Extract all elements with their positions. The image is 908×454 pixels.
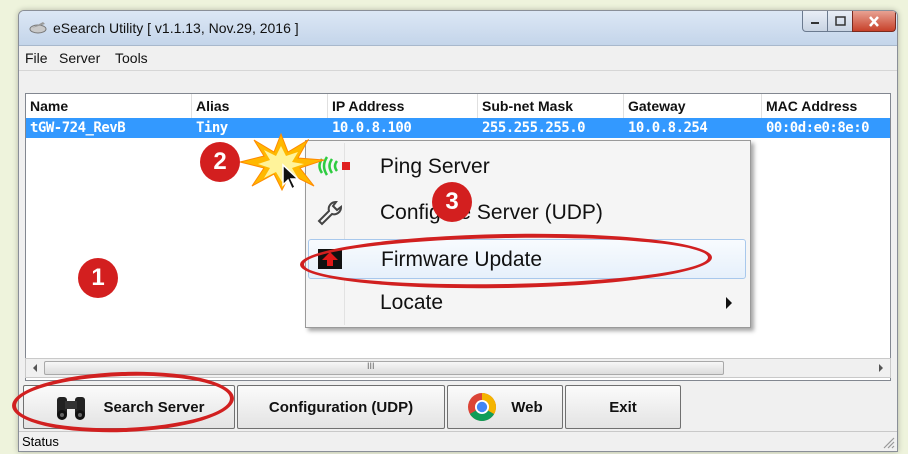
column-header-ip[interactable]: IP Address <box>328 94 478 118</box>
maximize-icon <box>834 16 846 26</box>
exit-label: Exit <box>609 398 637 416</box>
window-title: eSearch Utility [ v1.1.13, Nov.29, 2016 … <box>53 20 299 36</box>
step-badge-2: 2 <box>200 142 240 182</box>
column-header-name[interactable]: Name <box>26 94 192 118</box>
status-text: Status <box>22 434 59 449</box>
menu-item-locate[interactable]: Locate <box>308 283 746 323</box>
menu-item-label: Locate <box>380 291 444 314</box>
close-icon <box>869 15 879 27</box>
table-row[interactable]: tGW-724_RevB Tiny 10.0.8.100 255.255.255… <box>26 118 890 138</box>
menu-item-ping-server[interactable]: Ping Server <box>308 147 746 187</box>
title-bar: eSearch Utility [ v1.1.13, Nov.29, 2016 … <box>19 11 897 46</box>
cell-alias: Tiny <box>196 120 228 136</box>
resize-grip-icon[interactable] <box>881 435 895 449</box>
cell-mask: 255.255.255.0 <box>482 120 586 136</box>
mouse-cursor-icon <box>282 163 300 191</box>
column-header-mask[interactable]: Sub-net Mask <box>478 94 624 118</box>
menu-item-configure-server[interactable]: Configure Server (UDP) <box>308 193 746 233</box>
exit-button[interactable]: Exit <box>565 385 681 429</box>
column-header-gateway[interactable]: Gateway <box>624 94 762 118</box>
cell-gateway: 10.0.8.254 <box>628 120 708 136</box>
submenu-arrow-icon <box>726 297 732 309</box>
close-button[interactable] <box>852 11 896 32</box>
configuration-udp-button[interactable]: Configuration (UDP) <box>237 385 445 429</box>
configuration-udp-label: Configuration (UDP) <box>268 398 414 416</box>
maximize-button[interactable] <box>827 11 853 32</box>
chrome-icon <box>468 393 497 421</box>
step-badge-3: 3 <box>432 182 472 222</box>
menu-file[interactable]: File <box>25 50 48 66</box>
wrench-icon <box>317 201 342 226</box>
minimize-icon <box>811 22 819 24</box>
menu-item-label: Ping Server <box>380 155 490 178</box>
column-header-mac[interactable]: MAC Address <box>762 94 890 118</box>
scrollbar-grip: III <box>367 361 375 371</box>
status-bar: Status <box>19 431 897 451</box>
menu-server[interactable]: Server <box>59 50 100 66</box>
scroll-left-icon[interactable] <box>28 359 42 377</box>
step-badge-1: 1 <box>78 258 118 298</box>
menu-bar: File Server Tools <box>19 46 897 71</box>
minimize-button[interactable] <box>802 11 828 32</box>
app-icon <box>29 22 47 34</box>
menu-item-label: Configure Server (UDP) <box>380 201 603 224</box>
menu-tools[interactable]: Tools <box>115 50 148 66</box>
column-header-alias[interactable]: Alias <box>192 94 328 118</box>
scroll-right-icon[interactable] <box>874 359 888 377</box>
cell-name: tGW-724_RevB <box>30 120 126 136</box>
web-label: Web <box>511 398 543 416</box>
web-button[interactable]: Web <box>447 385 563 429</box>
cell-ip: 10.0.8.100 <box>332 120 412 136</box>
cell-mac: 00:0d:e0:8e:0 <box>766 120 870 136</box>
list-header: Name Alias IP Address Sub-net Mask Gatew… <box>26 94 890 119</box>
